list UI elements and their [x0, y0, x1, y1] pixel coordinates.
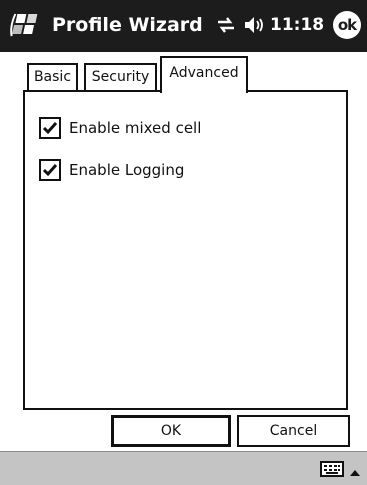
- volume-icon[interactable]: [243, 15, 265, 35]
- enable-logging-checkbox[interactable]: [39, 159, 61, 181]
- enable-mixed-cell-checkbox[interactable]: [39, 117, 61, 139]
- clock-time[interactable]: 11:18: [270, 14, 324, 36]
- bottom-menu-bar: [0, 451, 367, 485]
- tab-basic[interactable]: Basic: [27, 63, 78, 91]
- ok-close-button[interactable]: ok: [333, 11, 361, 39]
- keyboard-icon[interactable]: [320, 460, 344, 478]
- arrow-up-icon[interactable]: [349, 463, 361, 476]
- cancel-button[interactable]: Cancel: [237, 415, 350, 447]
- tab-security[interactable]: Security: [84, 63, 157, 91]
- windows-start-icon[interactable]: [8, 11, 42, 41]
- enable-mixed-cell-label: Enable mixed cell: [69, 119, 202, 137]
- title-bar: Profile Wizard 11:18 ok: [0, 0, 367, 52]
- advanced-panel: Enable mixed cell Enable Logging: [23, 90, 348, 410]
- enable-logging-label: Enable Logging: [69, 161, 185, 179]
- ok-button[interactable]: OK: [111, 415, 231, 447]
- window-title: Profile Wizard: [52, 14, 203, 36]
- checkmark-icon: [42, 122, 58, 135]
- tab-advanced[interactable]: Advanced: [160, 56, 248, 93]
- connectivity-icon[interactable]: [215, 15, 237, 35]
- checkmark-icon: [42, 164, 58, 177]
